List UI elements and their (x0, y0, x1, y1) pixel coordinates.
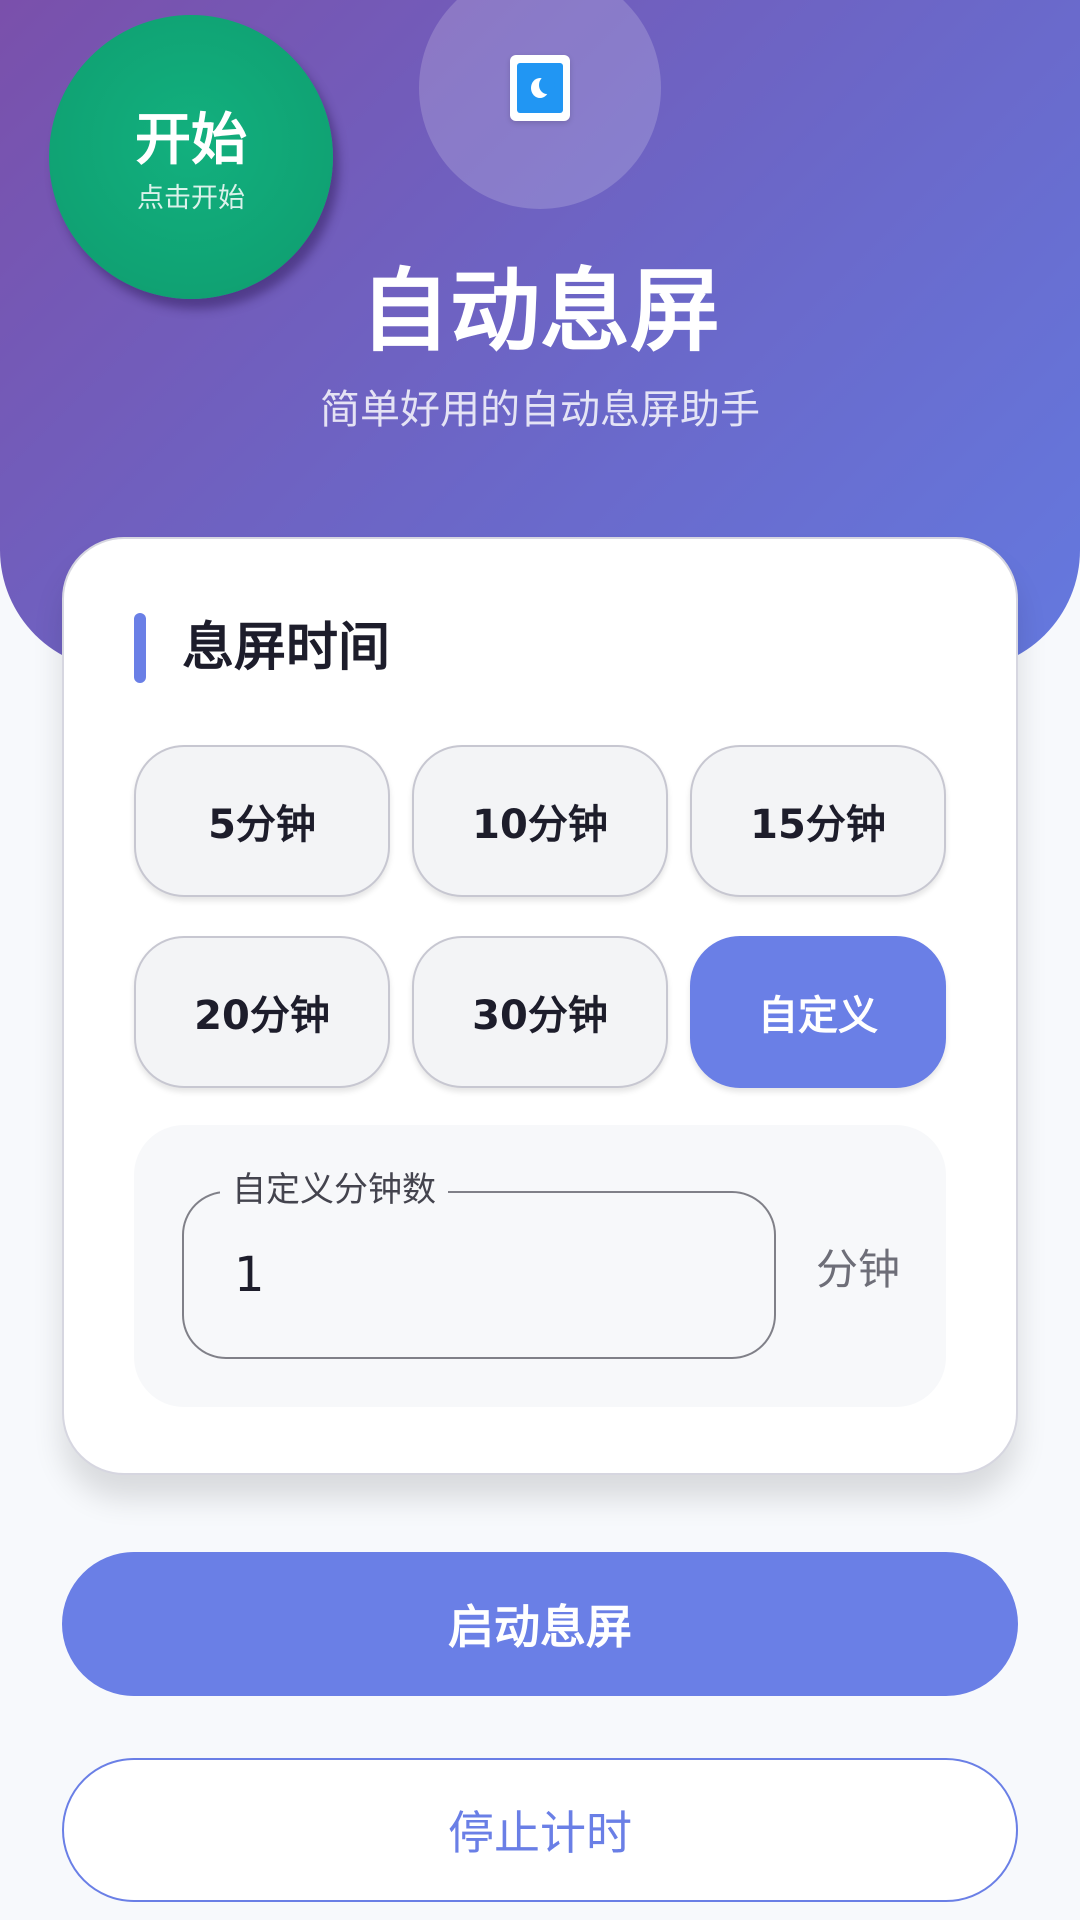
section-title: 息屏时间 (182, 618, 391, 678)
fab-sub-label: 点击开始 (137, 183, 245, 214)
start-screen-off-button[interactable]: 启动息屏 (62, 1552, 1018, 1696)
option-15-min[interactable]: 15分钟 (690, 745, 946, 897)
minutes-unit-label: 分钟 (816, 1245, 901, 1294)
option-custom[interactable]: 自定义 (690, 936, 946, 1088)
option-5-min[interactable]: 5分钟 (134, 745, 390, 897)
custom-minutes-input[interactable] (234, 1237, 734, 1313)
start-fab-button[interactable]: 开始 点击开始 (49, 15, 333, 299)
option-10-min[interactable]: 10分钟 (412, 745, 668, 897)
option-20-min[interactable]: 20分钟 (134, 936, 390, 1088)
custom-minutes-panel: 自定义分钟数 分钟 (134, 1125, 946, 1407)
section-accent-bar (134, 613, 146, 683)
moon-app-icon (510, 55, 570, 121)
app-screen: 自动息屏 简单好用的自动息屏助手 开始 点击开始 息屏时间 5分钟 10分钟 1… (0, 0, 1080, 1920)
custom-minutes-field[interactable]: 自定义分钟数 (182, 1167, 776, 1359)
fab-label: 开始 (135, 108, 247, 173)
custom-minutes-label: 自定义分钟数 (220, 1167, 448, 1215)
stop-timer-button[interactable]: 停止计时 (62, 1758, 1018, 1902)
timer-card: 息屏时间 5分钟 10分钟 15分钟 20分钟 30分钟 自定义 自定义分钟数 … (62, 537, 1018, 1475)
page-subtitle: 简单好用的自动息屏助手 (320, 387, 760, 433)
option-30-min[interactable]: 30分钟 (412, 936, 668, 1088)
